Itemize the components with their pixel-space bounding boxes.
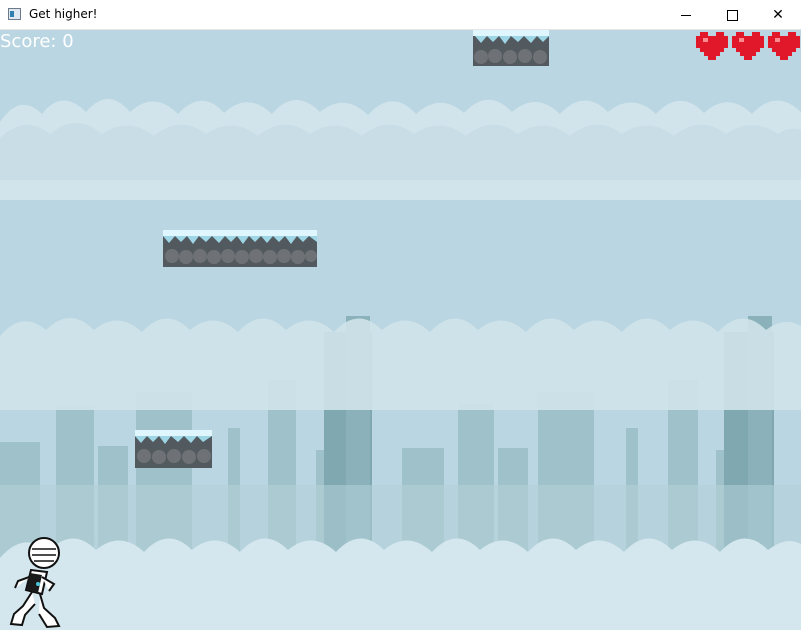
knight-player: [9, 537, 61, 629]
close-icon: ✕: [772, 7, 784, 23]
minimize-icon: [681, 14, 691, 16]
ice-platform-low: [135, 430, 212, 468]
maximize-button[interactable]: [709, 0, 755, 30]
ice-platform-middle: [163, 230, 317, 267]
game-canvas[interactable]: Score: 0: [0, 30, 801, 630]
app-icon: [8, 8, 21, 20]
maximize-icon: [726, 9, 738, 21]
close-button[interactable]: ✕: [755, 0, 801, 30]
heart-icon: [696, 32, 728, 60]
heart-icon: [768, 32, 800, 60]
upper-cloud-band: [0, 99, 801, 200]
window-title: Get higher!: [29, 7, 98, 21]
lives-hearts: [695, 30, 801, 63]
title-bar[interactable]: Get higher! ✕: [0, 0, 801, 30]
score-label: Score: 0: [0, 31, 74, 52]
heart-icon: [732, 32, 764, 60]
background: [0, 30, 801, 630]
minimize-button[interactable]: [663, 0, 709, 30]
ice-platform-top: [473, 30, 549, 66]
